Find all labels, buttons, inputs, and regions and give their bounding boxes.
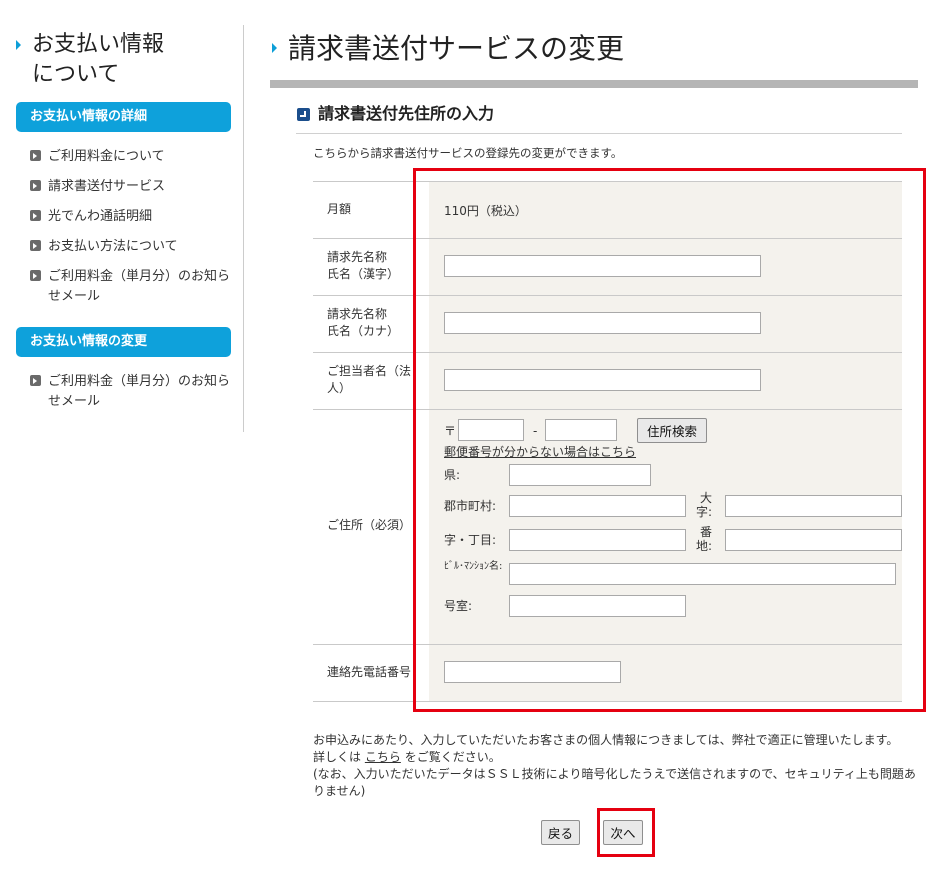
sidebar-item-label: ご利用料金について xyxy=(48,149,165,164)
back-button[interactable]: 戻る xyxy=(541,820,580,845)
row-divider xyxy=(313,644,902,645)
ssl-note-line-1: (なお、入力いただいたデータはＳＳＬ技術により暗号化したうえで送信されますので、… xyxy=(313,767,916,781)
row-divider xyxy=(313,181,902,182)
sidebar-item-payment-method[interactable]: お支払い方法について xyxy=(30,237,235,257)
postal-unknown-link[interactable]: 郵便番号が分からない場合はこちら xyxy=(444,445,636,459)
title-underline-bar xyxy=(270,80,918,88)
sidebar-item-label: 請求書送付サービス xyxy=(48,179,166,194)
sidebar-title-text: お支払い情報 について xyxy=(32,32,165,87)
sidebar-heading-change: お支払い情報の変更 xyxy=(16,327,231,357)
name-kana-input[interactable] xyxy=(444,312,761,334)
row-divider xyxy=(313,238,902,239)
oaza-label: 大字: xyxy=(695,491,712,519)
contact-person-label: ご担当者名（法人） xyxy=(327,364,412,395)
page-title: 請求書送付サービスの変更 xyxy=(288,32,625,65)
ssl-note-line-2: りません) xyxy=(313,784,366,798)
arrow-bullet-icon xyxy=(30,180,41,191)
city-label: 郡市町村: xyxy=(444,499,497,513)
sidebar-divider xyxy=(243,25,244,432)
privacy-details-link[interactable]: こちら xyxy=(365,750,401,764)
privacy-note-prefix: 詳しくは xyxy=(313,750,362,764)
banchi-input[interactable] xyxy=(725,529,902,551)
sidebar-item-usage-fee[interactable]: ご利用料金について xyxy=(30,147,235,167)
arrow-bullet-icon xyxy=(30,270,41,281)
sidebar-item-label: ご利用料金（単月分）のお知らせメール xyxy=(48,374,231,409)
prefecture-input[interactable] xyxy=(509,464,651,486)
privacy-note-line-1: お申込みにあたり、入力していただいたお客さまの個人情報につきましては、弊社で適正… xyxy=(313,733,899,747)
arrow-bullet-icon xyxy=(30,210,41,221)
arrow-bullet-icon xyxy=(30,240,41,251)
aza-input[interactable] xyxy=(509,529,686,551)
sidebar-item-label: お支払い方法について xyxy=(48,239,178,254)
row-divider xyxy=(313,352,902,353)
privacy-note-suffix: をご覧ください。 xyxy=(404,750,501,764)
oaza-input[interactable] xyxy=(725,495,902,517)
prefecture-label: 県: xyxy=(444,468,461,482)
row-divider xyxy=(313,701,902,702)
sidebar-item-label: 光でんわ通話明細 xyxy=(48,209,153,224)
sidebar-heading-details: お支払い情報の詳細 xyxy=(16,102,231,132)
aza-label: 字・丁目: xyxy=(444,533,497,547)
monthly-fee-value: 110円（税込） xyxy=(444,204,527,218)
phone-input[interactable] xyxy=(444,661,621,683)
contact-person-input[interactable] xyxy=(444,369,761,391)
monthly-fee-label: 月額 xyxy=(327,202,352,216)
phone-label: 連絡先電話番号 xyxy=(327,665,412,679)
arrow-bullet-icon xyxy=(30,375,41,386)
name-kanji-input[interactable] xyxy=(444,255,761,277)
name-kanji-label: 請求先名称 氏名（漢字） xyxy=(327,250,400,281)
row-divider xyxy=(313,295,902,296)
row-divider xyxy=(313,409,902,410)
room-label: 号室: xyxy=(444,599,473,613)
postal-code-1-input[interactable] xyxy=(458,419,524,441)
address-search-button[interactable]: 住所検索 xyxy=(637,418,707,443)
name-kana-label: 請求先名称 氏名（カナ） xyxy=(327,307,400,338)
section-arrow-icon xyxy=(297,108,310,121)
sidebar-item-monthly-mail[interactable]: ご利用料金（単月分）のお知らせメール xyxy=(30,267,235,307)
title-arrow-icon xyxy=(16,40,21,50)
city-input[interactable] xyxy=(509,495,686,517)
section-title: 請求書送付先住所の入力 xyxy=(318,104,495,123)
next-button[interactable]: 次へ xyxy=(603,820,643,845)
address-label: ご住所（必須） xyxy=(327,518,412,532)
building-label: ﾋﾞﾙ･ﾏﾝｼｮﾝ名: xyxy=(444,561,503,572)
postal-mark: 〒 xyxy=(444,424,457,438)
room-input[interactable] xyxy=(509,595,686,617)
arrow-bullet-icon xyxy=(30,150,41,161)
sidebar-item-monthly-mail-change[interactable]: ご利用料金（単月分）のお知らせメール xyxy=(30,372,235,412)
postal-code-2-input[interactable] xyxy=(545,419,617,441)
banchi-label: 番地: xyxy=(695,525,712,553)
postal-separator: - xyxy=(533,424,538,438)
page-title-arrow-icon xyxy=(272,43,277,53)
intro-text: こちらから請求書送付サービスの登録先の変更ができます。 xyxy=(313,146,623,160)
privacy-note-line-2: 詳しくは こちら をご覧ください。 xyxy=(313,749,501,766)
sidebar-item-call-details[interactable]: 光でんわ通話明細 xyxy=(30,207,235,227)
sidebar-item-invoice-service[interactable]: 請求書送付サービス xyxy=(30,177,235,197)
section-divider xyxy=(296,133,902,134)
sidebar-item-label: ご利用料金（単月分）のお知らせメール xyxy=(48,269,231,304)
building-input[interactable] xyxy=(509,563,896,585)
